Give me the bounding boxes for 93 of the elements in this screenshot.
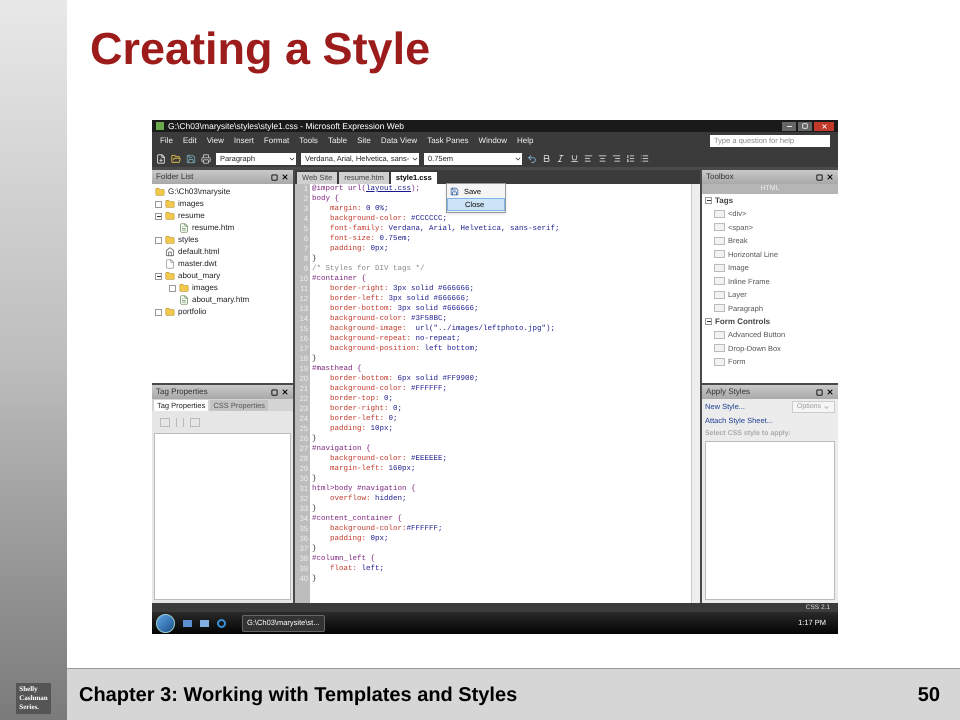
control-icon bbox=[714, 330, 725, 339]
tree-item[interactable]: G:\Ch03\marysite bbox=[168, 186, 230, 198]
close-icon[interactable] bbox=[826, 388, 834, 396]
new-page-icon[interactable] bbox=[156, 154, 166, 164]
line-number-gutter bbox=[295, 584, 310, 603]
tree-item[interactable]: about_mary bbox=[178, 270, 220, 282]
browser-icon[interactable] bbox=[217, 618, 226, 628]
folder-icon bbox=[165, 211, 175, 221]
page-number: 50 bbox=[918, 682, 941, 708]
control-icon bbox=[714, 223, 725, 232]
menu-item[interactable]: File bbox=[160, 135, 173, 147]
align-left-icon[interactable] bbox=[584, 154, 593, 163]
expander[interactable] bbox=[155, 272, 162, 280]
scrollbar[interactable] bbox=[691, 184, 700, 603]
file-icon bbox=[165, 259, 175, 269]
tree-item[interactable]: images bbox=[178, 198, 204, 210]
close-icon[interactable] bbox=[281, 173, 289, 181]
minimize-button[interactable] bbox=[782, 122, 796, 130]
maximize-icon bbox=[802, 123, 808, 129]
maximize-icon[interactable] bbox=[816, 174, 823, 180]
menu-item[interactable]: Edit bbox=[182, 135, 197, 147]
page-icon bbox=[179, 223, 189, 233]
control-icon bbox=[714, 290, 725, 299]
close-icon[interactable] bbox=[826, 173, 834, 181]
open-icon[interactable] bbox=[171, 154, 181, 164]
panel-title: Tag Properties bbox=[156, 386, 208, 398]
italic-icon[interactable] bbox=[556, 154, 565, 163]
menu-item[interactable]: Task Panes bbox=[427, 135, 469, 147]
menu-item[interactable]: Format bbox=[264, 135, 290, 147]
control-icon bbox=[714, 358, 725, 366]
align-center-icon[interactable] bbox=[598, 154, 607, 163]
tree-item[interactable]: about_mary.htm bbox=[192, 294, 250, 306]
close-icon bbox=[820, 122, 828, 130]
folder-icon bbox=[179, 283, 189, 293]
control-icon bbox=[714, 236, 725, 245]
control-icon bbox=[714, 210, 725, 218]
start-button[interactable] bbox=[156, 614, 175, 632]
tree-item[interactable]: images bbox=[192, 282, 218, 294]
maximize-icon[interactable] bbox=[816, 388, 823, 396]
menu-item[interactable]: Help bbox=[517, 135, 534, 147]
tree-item[interactable]: resume bbox=[178, 210, 205, 222]
close-button[interactable] bbox=[814, 122, 834, 130]
maximize-button[interactable] bbox=[798, 122, 812, 130]
control-icon bbox=[714, 277, 725, 286]
footer-text: Chapter 3: Working with Templates and Styles bbox=[79, 682, 518, 708]
menu-item[interactable]: Window bbox=[478, 135, 507, 147]
folder-icon bbox=[165, 271, 175, 281]
expander[interactable] bbox=[155, 212, 162, 220]
menu-item[interactable]: Site bbox=[357, 135, 371, 147]
panel-title: Apply Styles bbox=[706, 386, 750, 398]
numbered-list-icon[interactable] bbox=[626, 154, 635, 163]
control-icon bbox=[714, 250, 725, 258]
folder-icon bbox=[165, 235, 175, 245]
maximize-icon[interactable] bbox=[271, 174, 278, 180]
folder-icon bbox=[155, 187, 165, 197]
window-switch-icon[interactable] bbox=[200, 620, 209, 626]
folder-icon bbox=[165, 307, 175, 317]
menu-item[interactable]: Tools bbox=[299, 135, 318, 147]
control-icon bbox=[714, 264, 725, 272]
folder-icon bbox=[165, 199, 175, 209]
page-icon bbox=[179, 295, 189, 305]
menu-item[interactable]: Data View bbox=[380, 135, 418, 147]
tree-item[interactable]: styles bbox=[178, 234, 198, 246]
panel-title: Folder List bbox=[156, 171, 194, 183]
home-icon bbox=[165, 247, 175, 257]
tree-item[interactable]: resume.htm bbox=[192, 222, 234, 234]
underline-icon[interactable] bbox=[570, 154, 579, 163]
save-icon bbox=[450, 187, 459, 196]
control-icon bbox=[714, 304, 725, 312]
control-icon bbox=[714, 344, 725, 352]
close-icon[interactable] bbox=[281, 388, 289, 396]
align-right-icon[interactable] bbox=[612, 154, 621, 163]
maximize-icon[interactable] bbox=[271, 388, 278, 396]
tree-item[interactable]: default.html bbox=[178, 246, 220, 258]
expander[interactable] bbox=[705, 197, 712, 204]
group-label: Tags bbox=[715, 194, 734, 206]
menu-item[interactable]: Insert bbox=[234, 135, 254, 147]
undo-icon[interactable] bbox=[527, 154, 537, 164]
bold-icon[interactable] bbox=[542, 154, 551, 163]
bullet-list-icon[interactable] bbox=[640, 154, 649, 163]
panel-title: Toolbox bbox=[706, 171, 734, 183]
desktop-icon[interactable] bbox=[183, 620, 192, 626]
menu-item[interactable]: Table bbox=[328, 135, 348, 147]
group-label: Form Controls bbox=[715, 316, 770, 328]
expander[interactable] bbox=[705, 318, 712, 325]
window-title: G:\Ch03\marysite\styles\style1.css - Microsoft Expression Web bbox=[168, 120, 404, 132]
slide-title: Creating a Style bbox=[90, 26, 432, 71]
tree-item[interactable]: portfolio bbox=[178, 306, 206, 318]
app-icon bbox=[156, 122, 164, 130]
print-icon[interactable] bbox=[201, 154, 211, 164]
save-icon[interactable] bbox=[186, 154, 196, 164]
tree-item[interactable]: master.dwt bbox=[178, 258, 217, 270]
menu-item[interactable]: View bbox=[206, 135, 224, 147]
